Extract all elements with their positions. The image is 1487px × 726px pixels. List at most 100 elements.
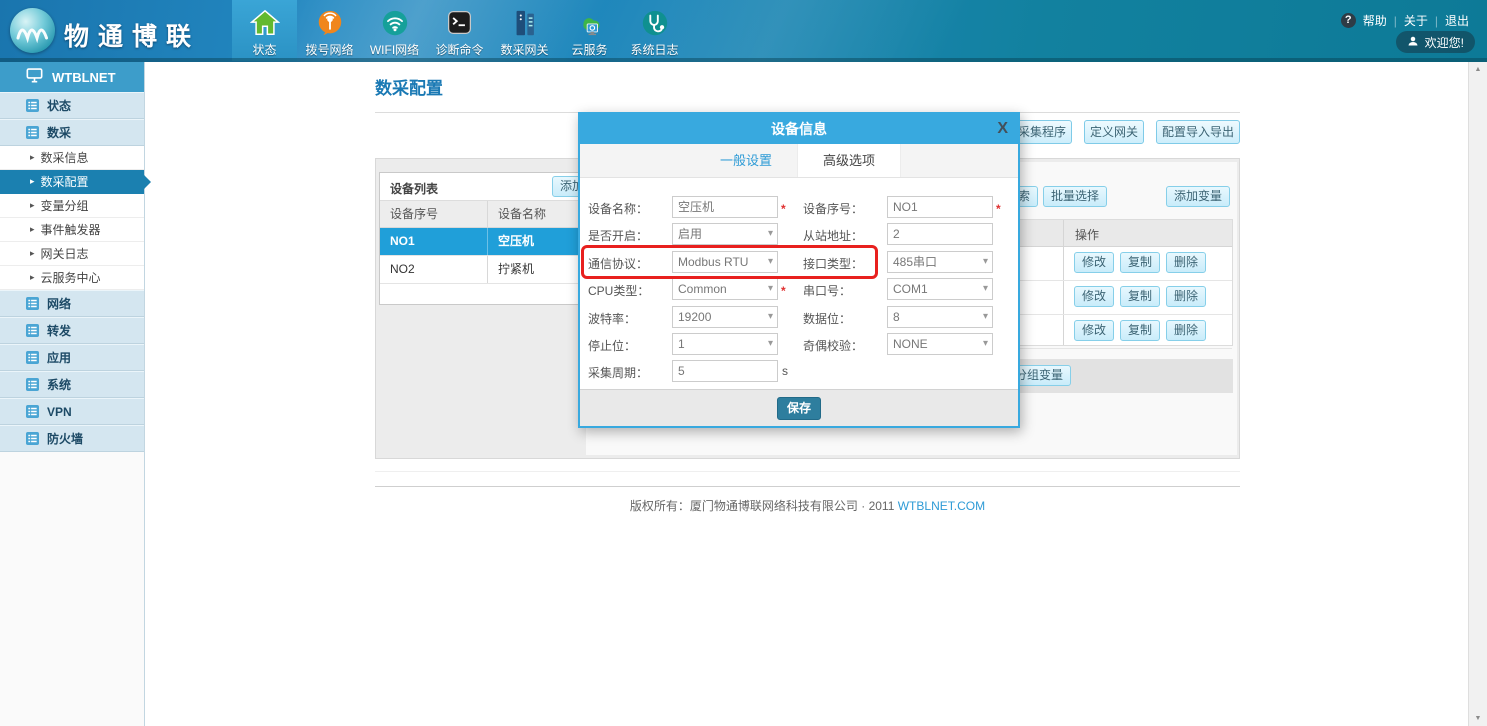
required-mark: *	[996, 202, 1001, 216]
brand-title: 物通博联	[64, 17, 200, 53]
sidebar-subitem-daq-info[interactable]: ▸ 数采信息	[0, 146, 144, 170]
modal-footer: 保存	[580, 389, 1018, 426]
sidebar-item-system[interactable]: 系统	[0, 371, 144, 398]
tab-advanced-options[interactable]: 高级选项	[797, 144, 901, 177]
stop-bits-select[interactable]: 1	[672, 333, 778, 355]
sidebar-item-network[interactable]: 网络	[0, 290, 144, 317]
list-grid-icon	[26, 126, 39, 139]
device-row-no1[interactable]: NO1 空压机	[380, 228, 598, 256]
baud-rate-select[interactable]: 19200	[672, 306, 778, 328]
wtblnet-link[interactable]: WTBLNET.COM	[898, 499, 985, 513]
form-row: 是否开启： 启用 从站地址： 2	[580, 222, 1018, 249]
device-list-panel: 设备列表 添加 设备序号 设备名称 NO1 空压机 NO2 拧紧机	[379, 172, 599, 305]
modal-tabs: 一般设置 高级选项	[580, 144, 1018, 178]
link-divider: |	[1435, 14, 1438, 28]
nav-item-daq-gateway[interactable]: 数采网关	[492, 0, 557, 61]
page-scrollbar[interactable]: ▲ ▼	[1468, 62, 1487, 726]
interface-type-select[interactable]: 485串口	[887, 251, 993, 273]
bullet-arrow-icon: ▸	[30, 248, 35, 259]
sidebar-item-vpn[interactable]: VPN	[0, 398, 144, 425]
sidebar-subitem-cloud-center[interactable]: ▸ 云服务中心	[0, 266, 144, 290]
delete-button[interactable]: 删除	[1166, 320, 1206, 341]
list-grid-icon	[26, 405, 39, 418]
list-grid-icon	[26, 351, 39, 364]
nav-item-diagnostic-command[interactable]: 诊断命令	[427, 0, 492, 61]
collect-period-input[interactable]: 5	[672, 360, 778, 382]
help-link[interactable]: 帮助	[1363, 12, 1387, 29]
delete-button[interactable]: 删除	[1166, 252, 1206, 273]
device-no-input[interactable]: NO1	[887, 196, 993, 218]
sidebar-item-application[interactable]: 应用	[0, 344, 144, 371]
nav-item-status[interactable]: 状态	[232, 0, 297, 61]
nav-item-cloud-service[interactable]: 云服务	[557, 0, 622, 61]
sidebar-item-firewall[interactable]: 防火墙	[0, 425, 144, 452]
modify-button[interactable]: 修改	[1074, 320, 1114, 341]
batch-select-button[interactable]: 批量选择	[1043, 186, 1107, 207]
list-grid-icon	[26, 99, 39, 112]
form-row: 通信协议： Modbus RTU 接口类型： 485串口	[580, 250, 1018, 277]
nav-item-dial-network[interactable]: 拨号网络	[297, 0, 362, 61]
define-gateway-button[interactable]: 定义网关	[1084, 120, 1144, 144]
logout-link[interactable]: 退出	[1445, 12, 1469, 29]
modify-button[interactable]: 修改	[1074, 252, 1114, 273]
form-row: 波特率： 19200 数据位： 8	[580, 305, 1018, 332]
bullet-arrow-icon: ▸	[30, 176, 35, 187]
copy-button[interactable]: 复制	[1120, 286, 1160, 307]
footer-divider	[375, 486, 1240, 487]
stop-bits-label: 停止位：	[588, 337, 636, 354]
nav-item-system-log[interactable]: 系统日志	[622, 0, 687, 61]
sidebar-subitem-daq-config[interactable]: ▸ 数采配置	[0, 170, 144, 194]
sidebar-subitem-gateway-log[interactable]: ▸ 网关日志	[0, 242, 144, 266]
nav-item-wifi-network[interactable]: WIFI网络	[362, 0, 427, 61]
data-bits-label: 数据位：	[803, 310, 851, 327]
enabled-select[interactable]: 启用	[672, 223, 778, 245]
close-icon[interactable]: X	[997, 114, 1008, 144]
link-divider: |	[1394, 14, 1397, 28]
list-grid-icon	[26, 324, 39, 337]
device-name-input[interactable]: 空压机	[672, 196, 778, 218]
bullet-arrow-icon: ▸	[30, 272, 35, 283]
page-title: 数采配置	[375, 74, 443, 99]
welcome-user-button[interactable]: 欢迎您!	[1396, 31, 1475, 53]
sidebar-item-status[interactable]: 状态	[0, 92, 144, 119]
bullet-arrow-icon: ▸	[30, 224, 35, 235]
parity-label: 奇偶校验：	[803, 337, 863, 354]
parity-select[interactable]: NONE	[887, 333, 993, 355]
bullet-arrow-icon: ▸	[30, 152, 35, 163]
modal-title: 设备信息	[771, 121, 827, 137]
slave-address-input[interactable]: 2	[887, 223, 993, 245]
data-bits-select[interactable]: 8	[887, 306, 993, 328]
copy-button[interactable]: 复制	[1120, 252, 1160, 273]
modify-button[interactable]: 修改	[1074, 286, 1114, 307]
protocol-label: 通信协议：	[588, 255, 648, 272]
sidebar-item-forwarding[interactable]: 转发	[0, 317, 144, 344]
tab-general-settings[interactable]: 一般设置	[695, 144, 797, 177]
sidebar-brand: WTBLNET	[0, 62, 144, 92]
slave-address-label: 从站地址：	[803, 227, 863, 244]
device-list-header: 设备列表 添加	[380, 173, 598, 201]
sidebar: WTBLNET 状态 数采 ▸ 数采信息 ▸ 数采配置 ▸ 变量分组 ▸ 事件触…	[0, 62, 145, 726]
copyright-text: 版权所有：厦门物通博联网络科技有限公司 · 2011 WTBLNET.COM	[375, 497, 1240, 514]
column-device-no: 设备序号	[380, 201, 488, 227]
scroll-up-icon[interactable]: ▲	[1469, 66, 1487, 73]
list-grid-icon	[26, 297, 39, 310]
dial-network-icon	[315, 4, 345, 41]
form-row: CPU类型： Common * 串口号： COM1	[580, 277, 1018, 304]
column-operations: 操作	[1075, 226, 1099, 243]
copy-button[interactable]: 复制	[1120, 320, 1160, 341]
protocol-select[interactable]: Modbus RTU	[672, 251, 778, 273]
save-button[interactable]: 保存	[777, 397, 821, 420]
required-mark: *	[781, 202, 786, 216]
form-row: 停止位： 1 奇偶校验： NONE	[580, 332, 1018, 359]
scroll-down-icon[interactable]: ▼	[1469, 715, 1487, 722]
delete-button[interactable]: 删除	[1166, 286, 1206, 307]
add-variable-button[interactable]: 添加变量	[1166, 186, 1230, 207]
serial-port-select[interactable]: COM1	[887, 278, 993, 300]
sidebar-item-daq[interactable]: 数采	[0, 119, 144, 146]
sidebar-subitem-event-trigger[interactable]: ▸ 事件触发器	[0, 218, 144, 242]
sidebar-subitem-variable-groups[interactable]: ▸ 变量分组	[0, 194, 144, 218]
about-link[interactable]: 关于	[1404, 12, 1428, 29]
cpu-type-select[interactable]: Common	[672, 278, 778, 300]
device-row-no2[interactable]: NO2 拧紧机	[380, 256, 598, 284]
config-import-export-button[interactable]: 配置导入导出	[1156, 120, 1240, 144]
